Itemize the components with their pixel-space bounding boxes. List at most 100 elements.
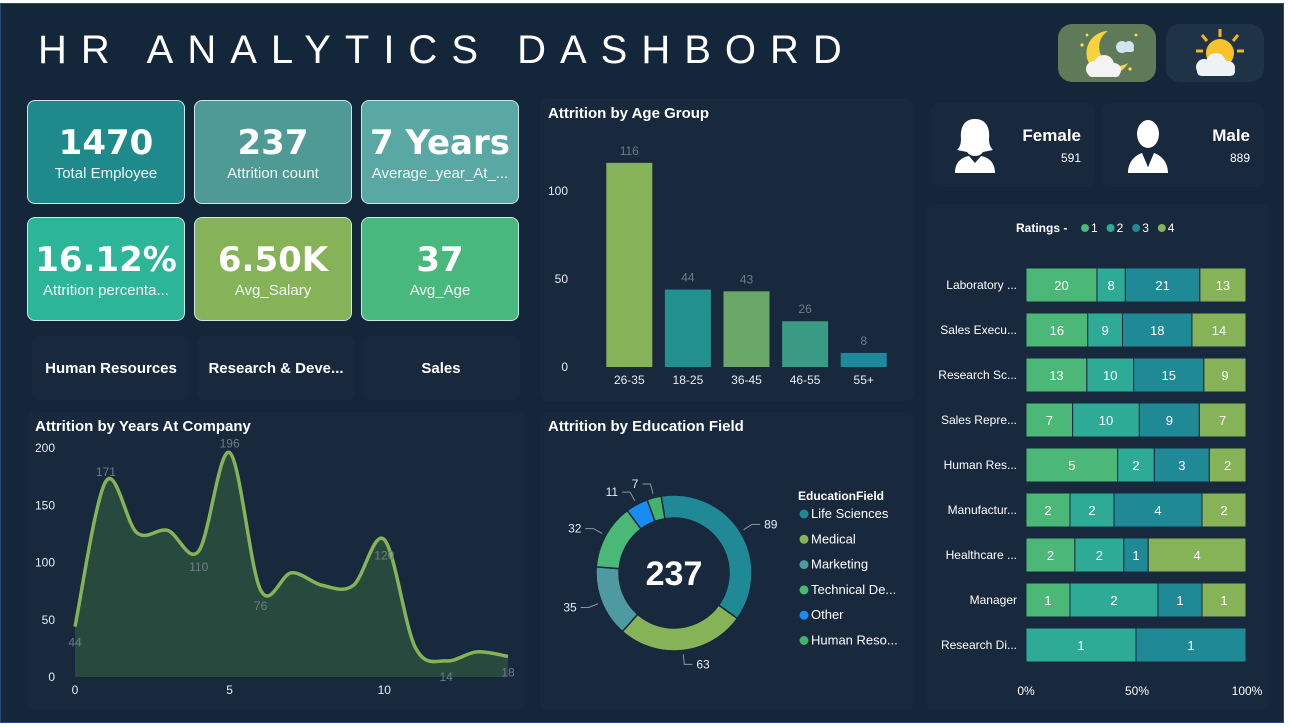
data-label: 18 [1150, 323, 1164, 338]
legend-marker [799, 560, 809, 570]
data-label: 2 [1220, 503, 1227, 518]
male-card: Male 889 [1102, 103, 1264, 187]
leader-line [642, 483, 654, 494]
legend-marker [799, 509, 809, 519]
kpi-value: 1470 [58, 123, 154, 163]
category-label: Human Res... [944, 458, 1017, 472]
ratings-chart-panel: Ratings -1 2 3 4 Laboratory ... 20 8 21 13 Sales … [926, 204, 1270, 710]
dept-button-research-development[interactable]: Research & Deve... [197, 336, 355, 400]
data-label: 2 [1110, 593, 1117, 608]
data-label: 7 [1046, 413, 1053, 428]
legend-marker [799, 585, 809, 595]
data-label: 1 [1176, 593, 1183, 608]
legend-marker [799, 610, 809, 620]
data-label: 7 [632, 477, 639, 491]
moon-icon [1080, 31, 1138, 77]
kpi-avg-age: 37 Avg_Age [361, 217, 519, 321]
kpi-attrition-percentage: 16.12% Attrition percenta... [27, 217, 185, 321]
data-label: 4 [1193, 548, 1200, 563]
x-tick-label: 55+ [854, 373, 874, 387]
data-label: 44 [68, 636, 82, 650]
bar [606, 162, 653, 367]
bar [782, 321, 829, 367]
dark-mode-button[interactable] [1058, 24, 1156, 82]
education-field-chart: 89 63 35 32 11 7 237 EducationField Life Science… [563, 477, 897, 671]
legend-label: 2 [1117, 221, 1124, 235]
donut-slice [595, 566, 639, 633]
kpi-value: 237 [237, 123, 309, 163]
data-label: 2 [1047, 548, 1054, 563]
legend-label: Marketing [811, 557, 868, 572]
light-mode-button[interactable] [1166, 24, 1264, 82]
x-tick-label: 0% [1017, 684, 1035, 698]
kpi-attrition-count: 237 Attrition count [194, 100, 352, 204]
data-label: 18 [501, 665, 515, 679]
years-chart-panel: Attrition by Years At Company 0 50 100 150 2… [27, 412, 525, 710]
data-label: 1 [1187, 638, 1194, 653]
data-label: 9 [1102, 323, 1109, 338]
kpi-value: 7 Years [369, 123, 510, 163]
data-label: 196 [220, 437, 240, 451]
category-label: Manufactur... [948, 503, 1017, 517]
leader-line [580, 603, 599, 609]
data-label: 2 [1096, 548, 1103, 563]
legend-label: Other [811, 607, 844, 622]
data-label: 32 [568, 522, 582, 536]
male-count: 889 [1229, 151, 1250, 165]
legend-label: Medical [811, 531, 856, 546]
dept-button-human-resources[interactable]: Human Resources [32, 336, 190, 400]
years-at-company-chart: 0 50 100 150 200 0 5 10 44 171 110 196 76 120 14 18 [35, 437, 515, 697]
data-label: 10 [1099, 413, 1113, 428]
x-tick-label: 100% [1232, 684, 1263, 698]
kpi-label: Avg_Age [409, 282, 471, 299]
legend-label: Technical De... [811, 582, 896, 597]
data-label: 1 [1077, 638, 1084, 653]
data-label: 1 [1132, 548, 1139, 563]
data-label: 120 [374, 549, 394, 563]
data-label: 7 [1219, 413, 1226, 428]
data-label: 4 [1154, 503, 1161, 518]
data-label: 171 [96, 465, 116, 479]
age-group-chart: 0 50 100 116 26-35 44 18-25 43 36-45 26 46-55 8 55+ [548, 144, 887, 387]
ratings-chart: Ratings -1 2 3 4Laboratory ... 20 8 21 13Sales … [938, 221, 1263, 698]
x-tick-label: 46-55 [790, 373, 821, 387]
female-label: Female [1022, 126, 1081, 145]
kpi-value: 6.50K [217, 240, 329, 280]
male-icon [1128, 120, 1168, 173]
kpi-label: Avg_Salary [234, 282, 312, 299]
education-chart-panel: Attrition by Education Field 89 63 35 32 11 7… [540, 412, 914, 710]
data-label: 14 [1212, 323, 1226, 338]
legend-marker [799, 636, 809, 645]
category-label: Research Di... [941, 638, 1017, 652]
category-label: Manager [970, 593, 1017, 607]
x-tick-label: 26-35 [614, 373, 645, 387]
data-label: 26 [798, 302, 812, 316]
y-tick-label: 200 [35, 441, 55, 455]
data-label: 9 [1166, 413, 1173, 428]
data-label: 9 [1221, 368, 1228, 383]
leader-line [743, 523, 761, 531]
data-label: 13 [1216, 278, 1230, 293]
data-label: 44 [681, 271, 695, 285]
data-label: 16 [1050, 323, 1064, 338]
legend-marker [1132, 224, 1141, 232]
x-tick-label: 36-45 [731, 373, 762, 387]
category-label: Sales Repre... [941, 413, 1017, 427]
legend-marker [799, 534, 809, 544]
page-title: HR ANALYTICS DASHBORD [38, 28, 856, 72]
y-tick-label: 50 [42, 613, 56, 627]
x-tick-label: 5 [226, 683, 233, 697]
data-label: 1 [1044, 593, 1051, 608]
x-tick-label: 0 [72, 683, 79, 697]
sun-icon [1196, 29, 1244, 76]
data-label: 2 [1224, 458, 1231, 473]
kpi-label: Average_year_At_... [371, 165, 509, 182]
legend-title: Ratings - [1016, 221, 1067, 235]
legend-label: 4 [1168, 221, 1175, 235]
data-label: 8 [860, 334, 867, 348]
dept-button-sales[interactable]: Sales [362, 336, 520, 400]
data-label: 110 [189, 560, 208, 574]
x-tick-label: 10 [378, 683, 392, 697]
kpi-label: Attrition percenta... [43, 282, 169, 299]
bar [664, 289, 711, 367]
